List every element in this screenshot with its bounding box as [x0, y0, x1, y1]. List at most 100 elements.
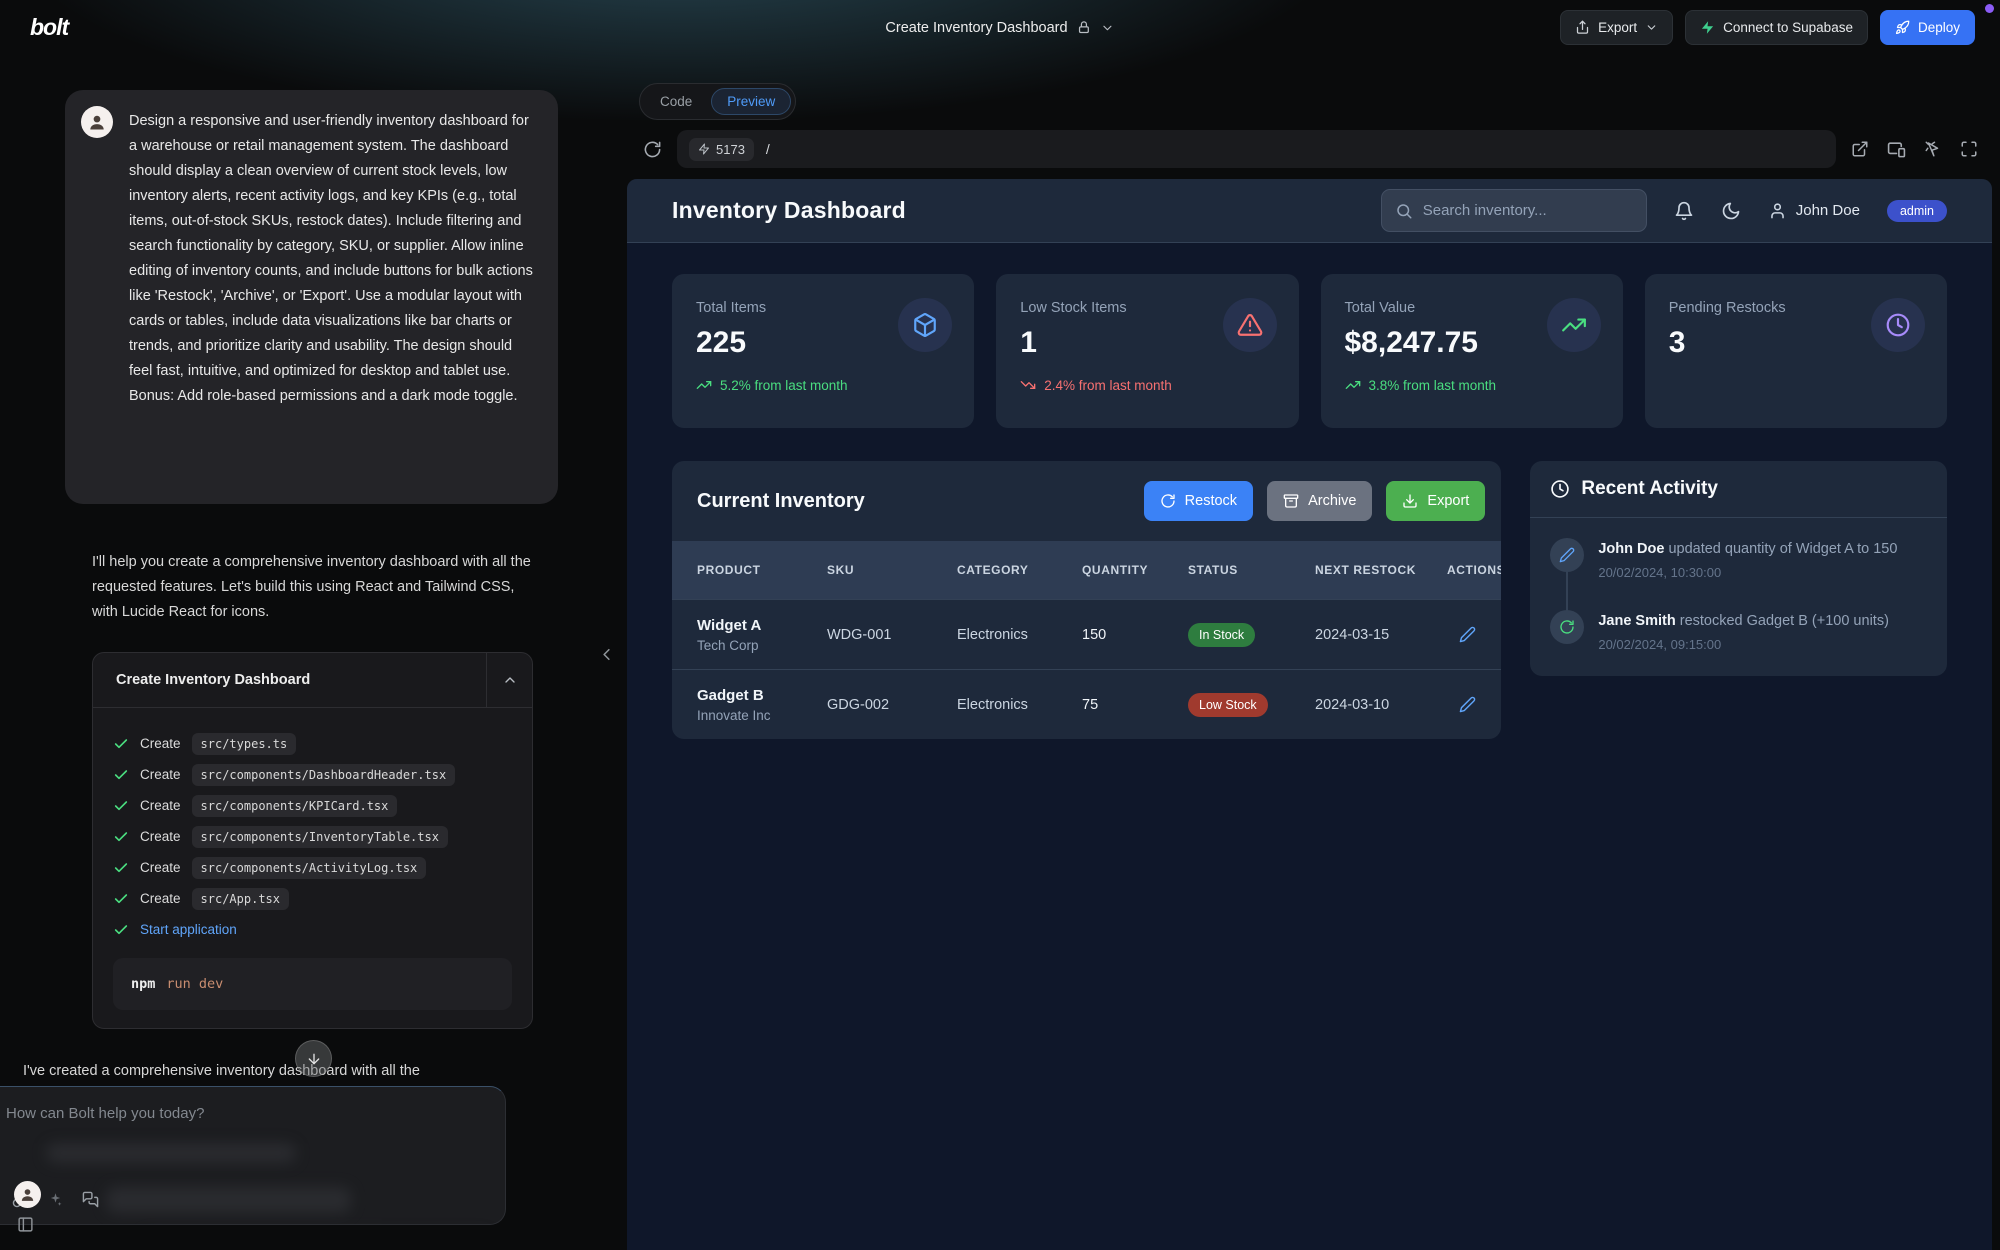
col-product: Product — [697, 562, 827, 579]
inventory-table-card: Current Inventory Restock Archive — [672, 461, 1501, 739]
export-button[interactable]: Export — [1560, 10, 1673, 45]
user-message-text: Design a responsive and user-friendly in… — [129, 106, 536, 488]
artifact-card: Create Inventory Dashboard Create src/ty… — [92, 652, 533, 1029]
archive-icon — [1283, 493, 1299, 509]
blurred-suggestion — [106, 1187, 351, 1213]
chevron-down-icon[interactable] — [1101, 21, 1115, 35]
cell-next-restock: 2024-03-10 — [1315, 697, 1447, 713]
refresh-icon — [1160, 493, 1176, 509]
responsive-devices-icon[interactable] — [1887, 140, 1906, 159]
product-name: Gadget B — [697, 687, 827, 704]
notification-dot — [1985, 4, 1994, 13]
arrow-down-icon — [306, 1051, 322, 1067]
scroll-to-bottom-button[interactable] — [295, 1040, 332, 1077]
upload-icon — [1575, 20, 1590, 35]
collapse-artifact-button[interactable] — [486, 653, 532, 707]
collapse-chat-panel-button[interactable] — [597, 645, 616, 664]
restock-button[interactable]: Restock — [1144, 481, 1253, 521]
col-actions: Actions — [1447, 562, 1501, 579]
bolt-app: bolt Create Inventory Dashboard Export C… — [0, 0, 2000, 1250]
step-action: Create — [140, 767, 181, 782]
assistant-intro-text: I'll help you create a comprehensive inv… — [92, 550, 533, 625]
trending-down-icon — [1020, 377, 1036, 393]
fullscreen-icon[interactable] — [1960, 140, 1978, 159]
edit-pencil-icon[interactable] — [1459, 696, 1476, 713]
status-badge: In Stock — [1188, 623, 1255, 647]
step-file[interactable]: src/App.tsx — [192, 888, 289, 910]
step-file[interactable]: src/components/KPICard.tsx — [192, 795, 398, 817]
clock-icon — [1885, 312, 1911, 338]
cell-quantity[interactable]: 150 — [1082, 627, 1188, 643]
chat-input-box[interactable]: How can Bolt help you today? — [0, 1086, 506, 1225]
workbench-panel: Code Preview 5173 / Invent — [627, 77, 1992, 1250]
check-icon — [113, 736, 129, 752]
user-name: John Doe — [1796, 202, 1860, 219]
open-external-icon[interactable] — [1851, 140, 1869, 159]
command-args: run dev — [166, 976, 223, 992]
role-badge: admin — [1887, 200, 1947, 222]
check-icon — [113, 922, 129, 938]
dashboard-header: Inventory Dashboard Search inventory... … — [627, 179, 1992, 243]
bell-icon[interactable] — [1674, 201, 1694, 221]
connect-supabase-button[interactable]: Connect to Supabase — [1685, 10, 1868, 45]
activity-actor: Jane Smith — [1598, 613, 1675, 629]
inspect-cursor-icon[interactable] — [1924, 140, 1942, 159]
alert-triangle-icon — [1237, 312, 1263, 338]
dark-mode-toggle-icon[interactable] — [1721, 201, 1741, 221]
user-menu[interactable]: John Doe — [1768, 201, 1860, 220]
kpi-card-low-stock: Low Stock Items 1 2.4% from last month — [996, 274, 1298, 428]
chat-bubbles-icon[interactable] — [82, 1191, 99, 1208]
topbar-actions: Export Connect to Supabase Deploy — [1560, 10, 1975, 45]
step-file[interactable]: src/components/DashboardHeader.tsx — [192, 764, 456, 786]
view-tabs: Code Preview — [627, 77, 1992, 125]
export-csv-button[interactable]: Export — [1386, 481, 1485, 521]
tab-preview[interactable]: Preview — [711, 88, 791, 115]
table-row[interactable]: Gadget B Innovate Inc GDG-002 Electronic… — [672, 669, 1501, 739]
tab-code[interactable]: Code — [644, 88, 708, 115]
check-icon — [113, 767, 129, 783]
url-path: / — [766, 141, 770, 157]
activity-text: updated quantity of Widget A to 150 — [1668, 541, 1897, 557]
product-name: Widget A — [697, 617, 827, 634]
account-avatar[interactable] — [14, 1181, 41, 1208]
kpi-trend-text: 3.8% from last month — [1369, 378, 1497, 393]
terminal-command: npmrun dev — [113, 958, 512, 1010]
deploy-button[interactable]: Deploy — [1880, 10, 1975, 45]
table-row[interactable]: Widget A Tech Corp WDG-001 Electronics 1… — [672, 599, 1501, 669]
activity-timestamp: 20/02/2024, 10:30:00 — [1598, 565, 1897, 580]
sidebar-toggle-icon[interactable] — [17, 1216, 34, 1233]
artifact-steps: Create src/types.ts Create src/component… — [93, 708, 532, 1028]
clock-icon — [1550, 479, 1570, 499]
step-file[interactable]: src/components/InventoryTable.tsx — [192, 826, 448, 848]
table-column-headers: Product SKU Category Quantity Status Nex… — [672, 541, 1501, 599]
blurred-suggestion — [46, 1143, 296, 1163]
chat-input-placeholder: How can Bolt help you today? — [6, 1105, 204, 1122]
reload-icon[interactable] — [643, 140, 662, 159]
project-title-group[interactable]: Create Inventory Dashboard — [885, 20, 1114, 36]
package-icon — [912, 312, 938, 338]
chevron-down-icon — [1645, 21, 1658, 34]
archive-label: Archive — [1308, 493, 1356, 509]
cell-sku: GDG-002 — [827, 697, 957, 713]
cell-quantity[interactable]: 75 — [1082, 697, 1188, 713]
user-avatar — [81, 106, 113, 138]
url-input[interactable]: 5173 / — [677, 130, 1836, 168]
edit-pencil-icon[interactable] — [1459, 626, 1476, 643]
cell-category: Electronics — [957, 627, 1082, 643]
cell-next-restock: 2024-03-15 — [1315, 627, 1447, 643]
trending-up-icon — [1345, 377, 1361, 393]
kpi-trend-text: 2.4% from last month — [1044, 378, 1172, 393]
cell-sku: WDG-001 — [827, 627, 957, 643]
archive-button[interactable]: Archive — [1267, 481, 1372, 521]
port-chip[interactable]: 5173 — [689, 138, 754, 161]
step-file[interactable]: src/components/ActivityLog.tsx — [192, 857, 427, 879]
step-file[interactable]: src/types.ts — [192, 733, 297, 755]
artifact-title: Create Inventory Dashboard — [93, 653, 486, 707]
sparkles-icon[interactable] — [48, 1191, 63, 1208]
inventory-search-input[interactable]: Search inventory... — [1381, 189, 1647, 232]
step-action: Create — [140, 798, 181, 813]
artifact-step: Create src/components/KPICard.tsx — [113, 790, 512, 821]
start-application-label[interactable]: Start application — [140, 922, 237, 937]
bolt-logo[interactable]: bolt — [30, 14, 68, 41]
plug-icon — [698, 143, 710, 155]
